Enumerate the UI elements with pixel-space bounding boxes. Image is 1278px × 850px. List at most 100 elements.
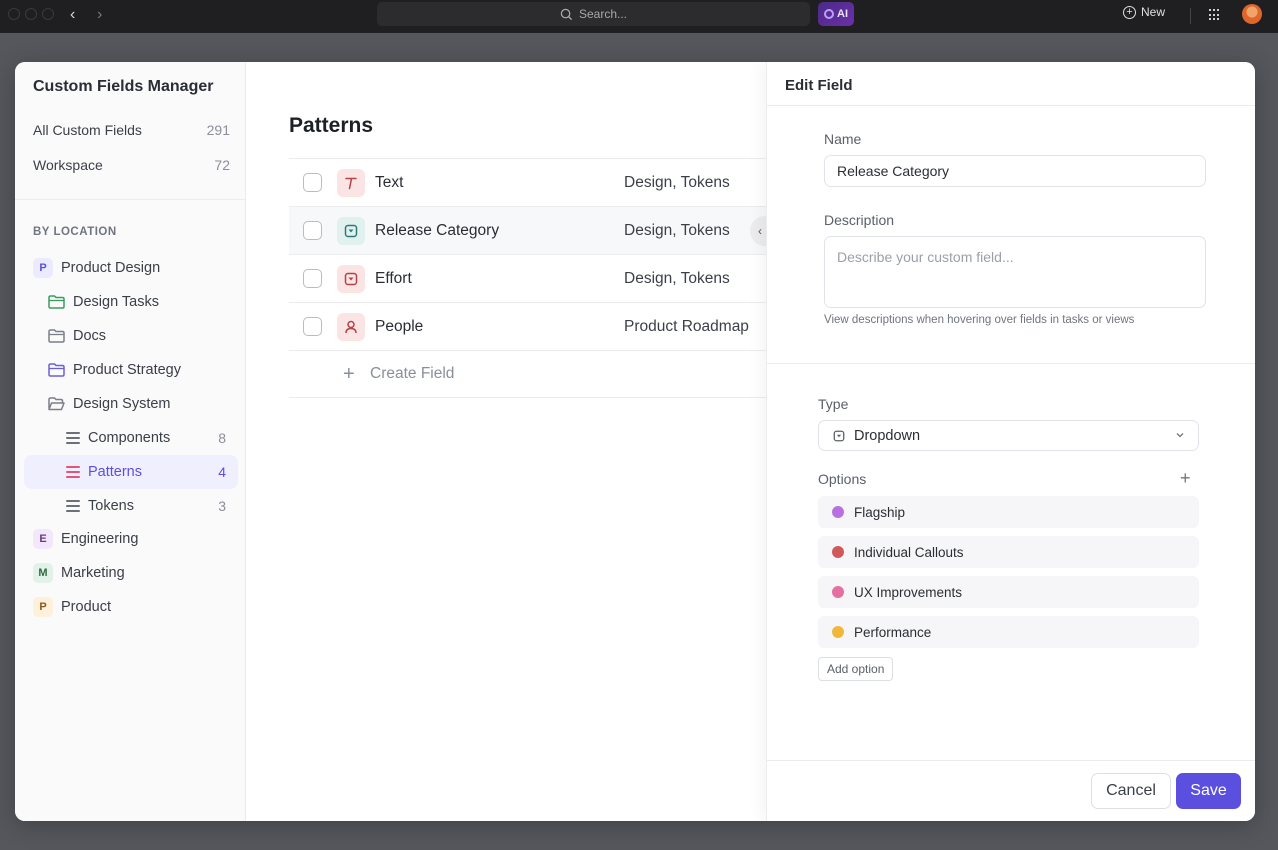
tree-space-product-design[interactable]: P Product Design (33, 254, 160, 282)
name-input[interactable] (824, 155, 1206, 187)
save-button[interactable]: Save (1176, 773, 1241, 809)
tree-folder-design-tasks[interactable]: Design Tasks (48, 288, 159, 316)
forward-arrow-icon[interactable]: › (97, 5, 102, 25)
option-item[interactable]: Flagship (818, 496, 1199, 528)
tree-item-label: Tokens (88, 498, 134, 514)
zoom-window-button[interactable] (42, 8, 54, 20)
list-icon (66, 500, 80, 512)
sidebar-title: Custom Fields Manager (33, 78, 214, 95)
plus-icon: + (343, 362, 355, 385)
sidebar-item-label: Workspace (33, 157, 103, 173)
option-item[interactable]: UX Improvements (818, 576, 1199, 608)
close-window-button[interactable] (8, 8, 20, 20)
folder-open-icon (48, 397, 65, 411)
tree-list-components[interactable]: Components 8 (66, 424, 226, 452)
row-checkbox[interactable] (303, 269, 322, 288)
edit-field-panel: Edit Field Name Description View descrip… (766, 62, 1255, 821)
dropdown-icon (833, 430, 845, 441)
sidebar: Custom Fields Manager All Custom Fields … (15, 62, 269, 821)
option-item[interactable]: Individual Callouts (818, 536, 1199, 568)
type-select-value: Dropdown (854, 427, 921, 444)
dropdown-icon (337, 264, 365, 293)
cancel-button[interactable]: Cancel (1091, 773, 1171, 809)
dropdown-icon (337, 216, 365, 245)
panel-title: Edit Field (785, 77, 853, 94)
tree-item-label: Patterns (88, 464, 142, 480)
list-icon (66, 466, 80, 478)
search-icon (560, 8, 573, 20)
type-label: Type (818, 396, 849, 412)
back-arrow-icon[interactable]: ‹ (70, 5, 75, 25)
window-controls[interactable] (8, 8, 54, 20)
table-row[interactable]: Text Design, Tokens (289, 158, 766, 206)
field-location: Design, Tokens (624, 221, 730, 239)
minimize-window-button[interactable] (25, 8, 37, 20)
table-row[interactable]: Release Category Design, Tokens ‹ (289, 206, 780, 254)
space-badge: P (33, 597, 53, 617)
folder-icon (48, 363, 65, 377)
tree-list-tokens[interactable]: Tokens 3 (66, 492, 226, 520)
options-label: Options (818, 471, 867, 487)
tree-item-label: Marketing (61, 565, 125, 581)
panel-divider (767, 363, 1255, 364)
tree-item-label: Docs (73, 328, 107, 344)
panel-footer-divider (767, 760, 1255, 761)
row-checkbox[interactable] (303, 221, 322, 240)
ai-label: AI (837, 8, 848, 20)
tree-item-label: Engineering (61, 531, 139, 547)
table-row[interactable]: People Product Roadmap (289, 302, 766, 350)
tree-space-engineering[interactable]: E Engineering (33, 525, 138, 553)
option-item[interactable]: Performance (818, 616, 1199, 648)
option-label: Flagship (854, 504, 906, 520)
table-row[interactable]: Effort Design, Tokens (289, 254, 766, 302)
sidebar-item-all-custom-fields[interactable]: All Custom Fields 291 (33, 119, 230, 141)
space-badge: M (33, 563, 53, 583)
row-checkbox[interactable] (303, 173, 322, 192)
sidebar-item-label: All Custom Fields (33, 122, 142, 138)
chevron-down-icon (1176, 433, 1184, 438)
field-location: Product Roadmap (624, 317, 749, 335)
tree-folder-product-strategy[interactable]: Product Strategy (48, 356, 181, 384)
ai-button[interactable]: AI (818, 2, 854, 26)
plus-circle-icon: + (1123, 5, 1136, 19)
description-hint: View descriptions when hovering over fie… (824, 314, 1135, 326)
create-field-label: Create Field (370, 365, 455, 382)
option-label: UX Improvements (854, 584, 963, 600)
sidebar-item-workspace[interactable]: Workspace 72 (33, 154, 230, 176)
tree-folder-design-system[interactable]: Design System (48, 390, 171, 418)
option-label: Performance (854, 624, 932, 640)
tree-item-count: 3 (218, 498, 226, 514)
tree-folder-docs[interactable]: Docs (48, 322, 106, 350)
folder-icon (48, 329, 65, 343)
create-field-button[interactable]: + Create Field (289, 350, 766, 398)
add-option-button[interactable]: Add option (818, 657, 894, 681)
tree-space-product[interactable]: P Product (33, 593, 111, 621)
description-input[interactable] (824, 236, 1206, 308)
panel-header: Edit Field (767, 62, 1255, 106)
add-option-plus-icon[interactable]: + (1180, 468, 1191, 489)
global-search-bar[interactable]: Search... (377, 2, 810, 26)
space-badge: E (33, 529, 53, 549)
tree-item-count: 4 (218, 464, 226, 480)
field-name: People (375, 317, 424, 335)
sidebar-item-count: 72 (214, 157, 230, 173)
description-label: Description (824, 212, 895, 228)
name-label: Name (824, 131, 862, 147)
apps-grid-icon[interactable] (1209, 9, 1221, 21)
tree-list-patterns[interactable]: Patterns 4 (66, 458, 226, 486)
text-icon (337, 168, 365, 197)
app-topbar: ‹ › Search... AI + New (0, 0, 1278, 33)
user-avatar[interactable] (1242, 4, 1262, 24)
row-checkbox[interactable] (303, 317, 322, 336)
field-name: Text (375, 173, 404, 191)
tree-space-marketing[interactable]: M Marketing (33, 559, 125, 587)
tree-item-label: Design Tasks (73, 294, 159, 310)
type-select[interactable]: Dropdown (818, 420, 1199, 451)
tree-item-label: Design System (73, 396, 171, 412)
field-name: Effort (375, 269, 412, 287)
tree-item-label: Product Design (61, 260, 161, 276)
list-icon (66, 432, 80, 444)
tree-item-label: Product (61, 599, 111, 615)
fields-table: Text Design, Tokens Release Category Des… (289, 158, 780, 398)
new-button[interactable]: + New (1123, 5, 1165, 19)
